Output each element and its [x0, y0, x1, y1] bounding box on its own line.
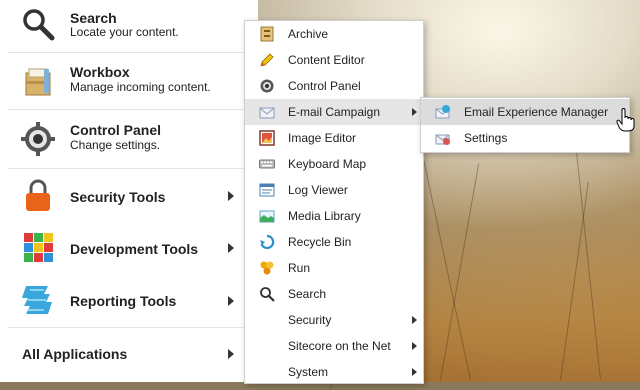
menu-item-label: Recycle Bin: [288, 235, 352, 249]
start-item-workbox[interactable]: Workbox Manage incoming content.: [0, 53, 258, 109]
submenu-arrow-icon: [228, 243, 234, 253]
all-applications-button[interactable]: All Applications: [0, 328, 258, 382]
menu-item-recycle-bin[interactable]: Recycle Bin: [245, 229, 423, 255]
submenu-arrow-icon: [412, 108, 417, 116]
gear-icon: [260, 79, 274, 93]
recycle-icon: [260, 234, 275, 250]
menu-item-security[interactable]: Security: [245, 307, 423, 333]
start-item-search[interactable]: Search Locate your content.: [0, 0, 258, 52]
menu-item-keyboard-map[interactable]: Keyboard Map: [245, 151, 423, 177]
email-manager-icon: [435, 105, 450, 119]
pencil-icon: [260, 53, 274, 67]
submenu-arrow-icon: [228, 296, 234, 306]
menu-item-label: Media Library: [288, 209, 361, 223]
reporting-icon: [22, 286, 52, 314]
keyboard-icon: [259, 159, 275, 169]
submenu-arrow-icon: [412, 368, 417, 376]
cube-icon: [24, 233, 53, 262]
hand-cursor-icon: [616, 108, 635, 132]
search-icon: [260, 287, 275, 302]
menu-item-label: Control Panel: [288, 79, 361, 93]
submenu-arrow-icon: [228, 191, 234, 201]
picture-icon: [259, 130, 275, 146]
menu-item-content-editor[interactable]: Content Editor: [245, 47, 423, 73]
start-item-title: Workbox: [70, 64, 130, 80]
gear-icon: [21, 122, 55, 156]
start-item-security-tools[interactable]: Security Tools: [0, 169, 258, 221]
magnifier-icon: [23, 9, 55, 41]
menu-item-label: Settings: [464, 131, 508, 145]
start-item-subtitle: Change settings.: [70, 138, 161, 152]
menu-item-settings[interactable]: Settings: [421, 125, 629, 151]
run-icon: [260, 261, 274, 275]
start-item-title: Reporting Tools: [70, 293, 177, 309]
menu-item-label: Sitecore on the Net: [288, 339, 391, 353]
menu-item-label: Email Experience Manager: [464, 105, 609, 119]
menu-item-image-editor[interactable]: Image Editor: [245, 125, 423, 151]
email-settings-icon: [435, 134, 450, 145]
menu-item-label: E-mail Campaign: [288, 105, 381, 119]
workbox-icon: [25, 68, 51, 96]
menu-item-label: Archive: [288, 27, 329, 41]
applications-menu: Archive Content Editor Control Panel E-m…: [244, 20, 424, 384]
menu-item-label: Content Editor: [288, 53, 365, 67]
email-campaign-submenu: Email Experience Manager Settings: [420, 97, 630, 153]
start-item-development-tools[interactable]: Development Tools: [0, 221, 258, 273]
start-item-subtitle: Locate your content.: [70, 25, 179, 39]
menu-item-log-viewer[interactable]: Log Viewer: [245, 177, 423, 203]
archive-icon: [260, 26, 274, 42]
start-item-control-panel[interactable]: Control Panel Change settings.: [0, 110, 258, 168]
start-item-title: Development Tools: [70, 241, 199, 257]
padlock-icon: [26, 179, 50, 211]
menu-item-run[interactable]: Run: [245, 255, 423, 281]
start-menu-panel: Search Locate your content. Workbox Mana…: [0, 0, 258, 382]
all-applications-label: All Applications: [22, 346, 128, 362]
menu-item-label: Run: [288, 261, 311, 275]
menu-item-sitecore-on-the-net[interactable]: Sitecore on the Net: [245, 333, 423, 359]
menu-item-label: Log Viewer: [288, 183, 348, 197]
start-item-reporting-tools[interactable]: Reporting Tools: [0, 273, 258, 327]
submenu-arrow-icon: [412, 342, 417, 350]
media-icon: [259, 210, 275, 223]
menu-item-archive[interactable]: Archive: [245, 21, 423, 47]
menu-item-email-campaign[interactable]: E-mail Campaign: [245, 99, 423, 125]
menu-item-label: Search: [288, 287, 327, 301]
menu-item-label: Security: [288, 313, 332, 327]
menu-item-search[interactable]: Search: [245, 281, 423, 307]
menu-item-control-panel[interactable]: Control Panel: [245, 73, 423, 99]
start-item-title: Control Panel: [70, 122, 162, 138]
menu-item-media-library[interactable]: Media Library: [245, 203, 423, 229]
start-item-title: Security Tools: [70, 189, 166, 205]
menu-item-label: Image Editor: [288, 131, 357, 145]
submenu-arrow-icon: [228, 349, 234, 359]
submenu-arrow-icon: [412, 316, 417, 324]
menu-item-label: Keyboard Map: [288, 157, 367, 171]
menu-item-email-experience-manager[interactable]: Email Experience Manager: [421, 99, 629, 125]
start-item-title: Search: [70, 10, 117, 26]
envelope-icon: [259, 107, 275, 119]
log-icon: [259, 183, 275, 197]
menu-item-label: System: [288, 365, 329, 379]
start-item-subtitle: Manage incoming content.: [70, 80, 211, 94]
menu-item-system[interactable]: System: [245, 359, 423, 385]
